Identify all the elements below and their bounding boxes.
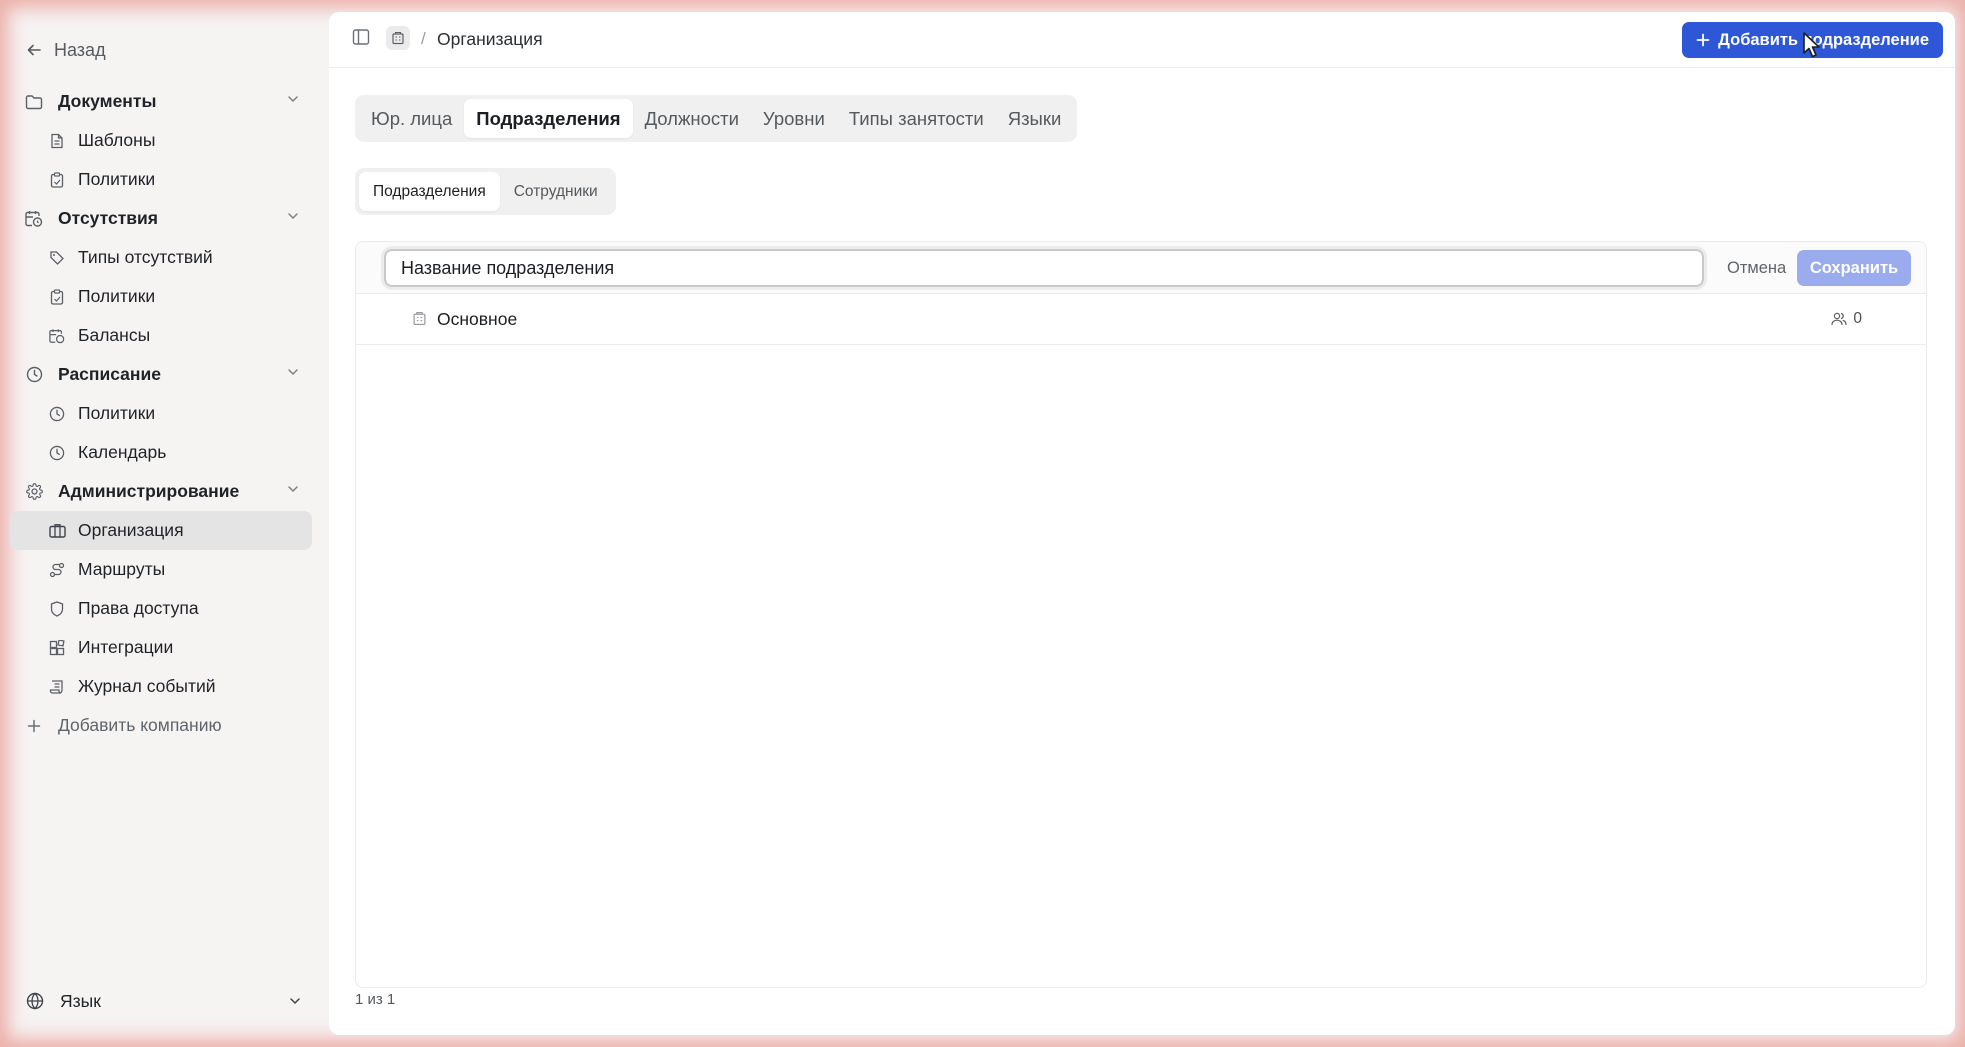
- shield-icon: [48, 600, 66, 617]
- tab-levels[interactable]: Уровни: [751, 99, 837, 138]
- calendar-clock-icon: [22, 210, 46, 227]
- sidebar-item-label: Организация: [78, 520, 184, 540]
- chevron-down-icon: [290, 998, 300, 1005]
- employee-count-value: 0: [1853, 310, 1862, 327]
- clock-icon: [48, 445, 66, 461]
- chevron-down-icon: [288, 369, 298, 376]
- clipboard-icon: [48, 171, 66, 188]
- chevron-down-icon: [288, 486, 298, 493]
- building-icon[interactable]: [386, 26, 410, 50]
- subtab-departments[interactable]: Подразделения: [359, 172, 500, 211]
- building-icon: [412, 311, 427, 331]
- users-icon: [1831, 312, 1847, 326]
- sidebar-item-organization[interactable]: Организация: [10, 511, 312, 550]
- sidebar-item-absence-policies[interactable]: Политики: [10, 277, 312, 316]
- sidebar-group-schedule[interactable]: Расписание: [10, 355, 312, 394]
- globe-icon: [24, 992, 46, 1010]
- tab-employment-types[interactable]: Типы занятости: [837, 99, 996, 138]
- new-department-row: Отмена Сохранить: [356, 242, 1926, 294]
- language-label: Язык: [60, 990, 101, 1011]
- save-button[interactable]: Сохранить: [1797, 250, 1911, 286]
- tab-positions[interactable]: Должности: [633, 99, 751, 138]
- mouse-cursor-icon: [1803, 32, 1820, 58]
- clipboard-icon: [48, 288, 66, 305]
- sidebar-item-templates[interactable]: Шаблоны: [10, 121, 312, 160]
- folder-icon: [22, 94, 46, 110]
- sidebar-item-label: Маршруты: [78, 559, 166, 579]
- subtab-employees[interactable]: Сотрудники: [500, 172, 612, 211]
- sidebar-item-access-rights[interactable]: Права доступа: [10, 589, 312, 628]
- back-label: Назад: [54, 39, 106, 60]
- sidebar-item-document-policies[interactable]: Политики: [10, 160, 312, 199]
- clock-icon: [48, 406, 66, 422]
- sidebar-item-absence-types[interactable]: Типы отсутствий: [10, 238, 312, 277]
- sidebar-item-label: Политики: [78, 403, 156, 423]
- sidebar-item-integrations[interactable]: Интеграции: [10, 628, 312, 667]
- sidebar-toggle-icon[interactable]: [352, 28, 370, 51]
- plus-icon: [24, 719, 44, 733]
- table-row[interactable]: Основное 0: [356, 294, 1926, 345]
- chevron-down-icon: [288, 96, 298, 103]
- calendar-clock-icon: [48, 328, 66, 344]
- sidebar-group-label: Документы: [58, 91, 157, 111]
- breadcrumb-separator: /: [421, 29, 426, 48]
- departments-table: Отмена Сохранить Основное 0: [355, 241, 1927, 988]
- breadcrumb-current: Организация: [437, 29, 543, 49]
- department-name: Основное: [437, 309, 518, 329]
- sidebar-item-label: Права доступа: [78, 598, 199, 618]
- top-bar: / Организация Добавить подразделение: [329, 12, 1955, 68]
- chevron-down-icon: [288, 213, 298, 220]
- sidebar-item-calendar[interactable]: Календарь: [10, 433, 312, 472]
- department-name-input[interactable]: [384, 249, 1704, 287]
- sidebar-item-label: Политики: [78, 169, 156, 189]
- language-selector[interactable]: Язык: [24, 986, 312, 1016]
- clock-icon: [22, 366, 46, 383]
- pagination-info: 1 из 1: [355, 991, 396, 1008]
- sidebar-item-label: Политики: [78, 286, 156, 306]
- add-company-button[interactable]: Добавить компанию: [10, 706, 312, 745]
- sidebar-item-balances[interactable]: Балансы: [10, 316, 312, 355]
- scroll-icon: [48, 679, 66, 695]
- sidebar-group-administration[interactable]: Администрирование: [10, 472, 312, 511]
- document-icon: [48, 133, 66, 149]
- sidebar: Назад Документы Шаблоны Политики Отсутст…: [10, 12, 322, 1038]
- briefcase-icon: [48, 523, 66, 538]
- tab-legal-entities[interactable]: Юр. лица: [359, 99, 464, 138]
- cancel-button[interactable]: Отмена: [1721, 252, 1792, 284]
- sidebar-item-schedule-policies[interactable]: Политики: [10, 394, 312, 433]
- sidebar-item-label: Балансы: [78, 325, 151, 345]
- main-panel: / Организация Добавить подразделение Юр.…: [329, 12, 1955, 1035]
- tab-languages[interactable]: Языки: [996, 99, 1074, 138]
- sidebar-group-label: Расписание: [58, 364, 161, 384]
- sidebar-item-routes[interactable]: Маршруты: [10, 550, 312, 589]
- sidebar-group-absences[interactable]: Отсутствия: [10, 199, 312, 238]
- sidebar-group-label: Администрирование: [58, 481, 240, 501]
- tags-icon: [48, 250, 66, 266]
- sidebar-item-label: Календарь: [78, 442, 167, 462]
- employee-count: 0: [1831, 310, 1862, 328]
- route-icon: [48, 562, 66, 578]
- plus-icon: [1696, 33, 1710, 47]
- sidebar-group-label: Отсутствия: [58, 208, 159, 228]
- back-link[interactable]: Назад: [26, 26, 106, 74]
- sidebar-item-label: Интеграции: [78, 637, 174, 657]
- subtab-bar: Подразделения Сотрудники: [355, 168, 616, 215]
- arrow-left-icon: [27, 44, 41, 56]
- sidebar-item-label: Шаблоны: [78, 130, 156, 150]
- sidebar-group-documents[interactable]: Документы: [10, 82, 312, 121]
- tab-bar: Юр. лица Подразделения Должности Уровни …: [355, 95, 1078, 142]
- sidebar-item-event-log[interactable]: Журнал событий: [10, 667, 312, 706]
- sidebar-item-label: Журнал событий: [78, 676, 216, 696]
- gear-icon: [22, 483, 46, 500]
- blocks-icon: [48, 639, 66, 656]
- sidebar-item-label: Типы отсутствий: [78, 247, 213, 267]
- tab-departments[interactable]: Подразделения: [464, 99, 633, 138]
- sidebar-nav: Документы Шаблоны Политики Отсутствия Ти…: [10, 82, 312, 745]
- add-company-label: Добавить компанию: [58, 715, 222, 735]
